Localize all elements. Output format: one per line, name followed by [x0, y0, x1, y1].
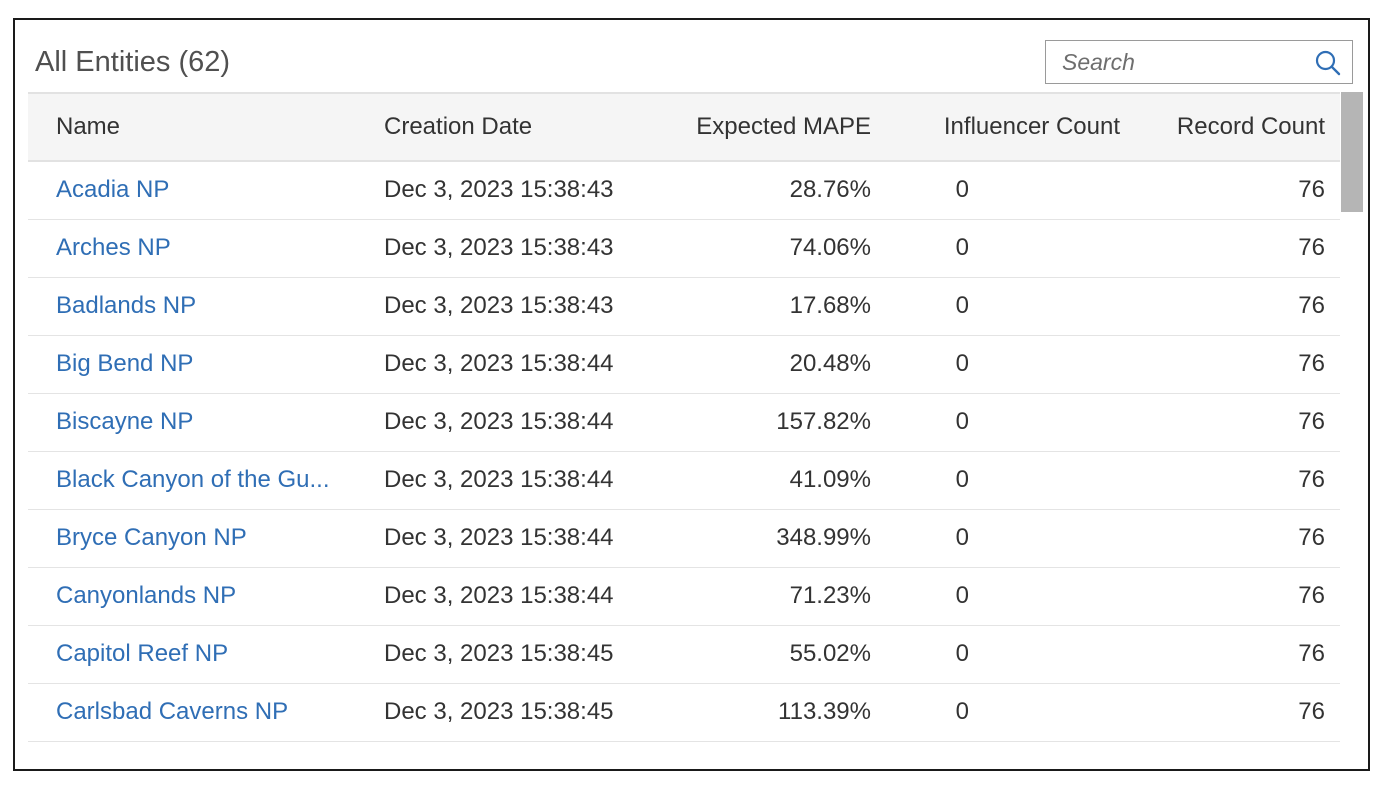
column-header-name[interactable]: Name	[28, 92, 369, 162]
search-icon[interactable]	[1314, 49, 1342, 77]
entity-name-link[interactable]: Arches NP	[28, 219, 369, 278]
expected-mape-cell: 41.09%	[639, 451, 871, 510]
expected-mape-cell: 113.39%	[639, 683, 871, 742]
vertical-scrollbar[interactable]	[1341, 92, 1363, 212]
page-title: All Entities (62)	[35, 46, 231, 78]
influencer-count-cell: 0	[871, 335, 1121, 394]
influencer-count-cell: 0	[871, 393, 1121, 452]
column-header-influencer-count[interactable]: Influencer Count	[871, 92, 1121, 162]
creation-date-cell: Dec 3, 2023 15:38:45	[369, 683, 639, 742]
entity-name-link[interactable]: Bryce Canyon NP	[28, 509, 369, 568]
entity-name-link[interactable]: Badlands NP	[28, 277, 369, 336]
search-input[interactable]	[1046, 41, 1301, 83]
creation-date-cell: Dec 3, 2023 15:38:43	[369, 277, 639, 336]
entities-table: Name Creation Date Expected MAPE Influen…	[28, 92, 1340, 742]
creation-date-cell: Dec 3, 2023 15:38:43	[369, 161, 639, 220]
search-box[interactable]	[1045, 40, 1353, 84]
expected-mape-cell: 71.23%	[639, 567, 871, 626]
record-count-cell: 76	[1121, 451, 1340, 510]
entity-name-link[interactable]: Canyonlands NP	[28, 567, 369, 626]
table-row[interactable]: Badlands NP Dec 3, 2023 15:38:43 17.68% 0 76	[28, 277, 1340, 336]
creation-date-cell: Dec 3, 2023 15:38:44	[369, 567, 639, 626]
expected-mape-cell: 20.48%	[639, 335, 871, 394]
table-row[interactable]: Bryce Canyon NP Dec 3, 2023 15:38:44 348.9…	[28, 509, 1340, 568]
entity-name-link[interactable]: Acadia NP	[28, 161, 369, 220]
panel-header: All Entities (62)	[15, 20, 1368, 92]
expected-mape-cell: 74.06%	[639, 219, 871, 278]
table-row[interactable]: Biscayne NP Dec 3, 2023 15:38:44 157.82% 0 7…	[28, 393, 1340, 452]
influencer-count-cell: 0	[871, 625, 1121, 684]
record-count-cell: 76	[1121, 335, 1340, 394]
creation-date-cell: Dec 3, 2023 15:38:44	[369, 509, 639, 568]
table-row[interactable]: Black Canyon of the Gu... Dec 3, 2023 15:…	[28, 451, 1340, 510]
record-count-cell: 76	[1121, 393, 1340, 452]
influencer-count-cell: 0	[871, 277, 1121, 336]
record-count-cell: 76	[1121, 277, 1340, 336]
expected-mape-cell: 348.99%	[639, 509, 871, 568]
creation-date-cell: Dec 3, 2023 15:38:44	[369, 335, 639, 394]
column-header-creation-date[interactable]: Creation Date	[369, 92, 639, 162]
expected-mape-cell: 28.76%	[639, 161, 871, 220]
record-count-cell: 76	[1121, 625, 1340, 684]
entity-name-link[interactable]: Biscayne NP	[28, 393, 369, 452]
influencer-count-cell: 0	[871, 161, 1121, 220]
entity-name-link[interactable]: Carlsbad Caverns NP	[28, 683, 369, 742]
influencer-count-cell: 0	[871, 567, 1121, 626]
table-header-row: Name Creation Date Expected MAPE Influen…	[28, 92, 1340, 162]
influencer-count-cell: 0	[871, 683, 1121, 742]
influencer-count-cell: 0	[871, 509, 1121, 568]
entity-name-link[interactable]: Black Canyon of the Gu...	[28, 451, 369, 510]
influencer-count-cell: 0	[871, 219, 1121, 278]
table-row[interactable]: Canyonlands NP Dec 3, 2023 15:38:44 71.23%…	[28, 567, 1340, 626]
column-header-record-count[interactable]: Record Count	[1121, 92, 1340, 162]
record-count-cell: 76	[1121, 161, 1340, 220]
table-row[interactable]: Acadia NP Dec 3, 2023 15:38:43 28.76% 0 76	[28, 161, 1340, 220]
creation-date-cell: Dec 3, 2023 15:38:44	[369, 451, 639, 510]
influencer-count-cell: 0	[871, 451, 1121, 510]
record-count-cell: 76	[1121, 683, 1340, 742]
record-count-cell: 76	[1121, 219, 1340, 278]
entity-name-link[interactable]: Capitol Reef NP	[28, 625, 369, 684]
creation-date-cell: Dec 3, 2023 15:38:43	[369, 219, 639, 278]
table-row[interactable]: Big Bend NP Dec 3, 2023 15:38:44 20.48% 0 76	[28, 335, 1340, 394]
entities-panel: All Entities (62) Name Creation Date Exp…	[13, 18, 1370, 771]
table-row[interactable]: Arches NP Dec 3, 2023 15:38:43 74.06% 0 76	[28, 219, 1340, 278]
expected-mape-cell: 17.68%	[639, 277, 871, 336]
expected-mape-cell: 55.02%	[639, 625, 871, 684]
table-row[interactable]: Carlsbad Caverns NP Dec 3, 2023 15:38:45 1…	[28, 683, 1340, 742]
creation-date-cell: Dec 3, 2023 15:38:44	[369, 393, 639, 452]
record-count-cell: 76	[1121, 567, 1340, 626]
table-row[interactable]: Capitol Reef NP Dec 3, 2023 15:38:45 55.02…	[28, 625, 1340, 684]
entity-name-link[interactable]: Big Bend NP	[28, 335, 369, 394]
entities-table-container[interactable]: Name Creation Date Expected MAPE Influen…	[28, 92, 1354, 762]
creation-date-cell: Dec 3, 2023 15:38:45	[369, 625, 639, 684]
column-header-expected-mape[interactable]: Expected MAPE	[639, 92, 871, 162]
record-count-cell: 76	[1121, 509, 1340, 568]
expected-mape-cell: 157.82%	[639, 393, 871, 452]
